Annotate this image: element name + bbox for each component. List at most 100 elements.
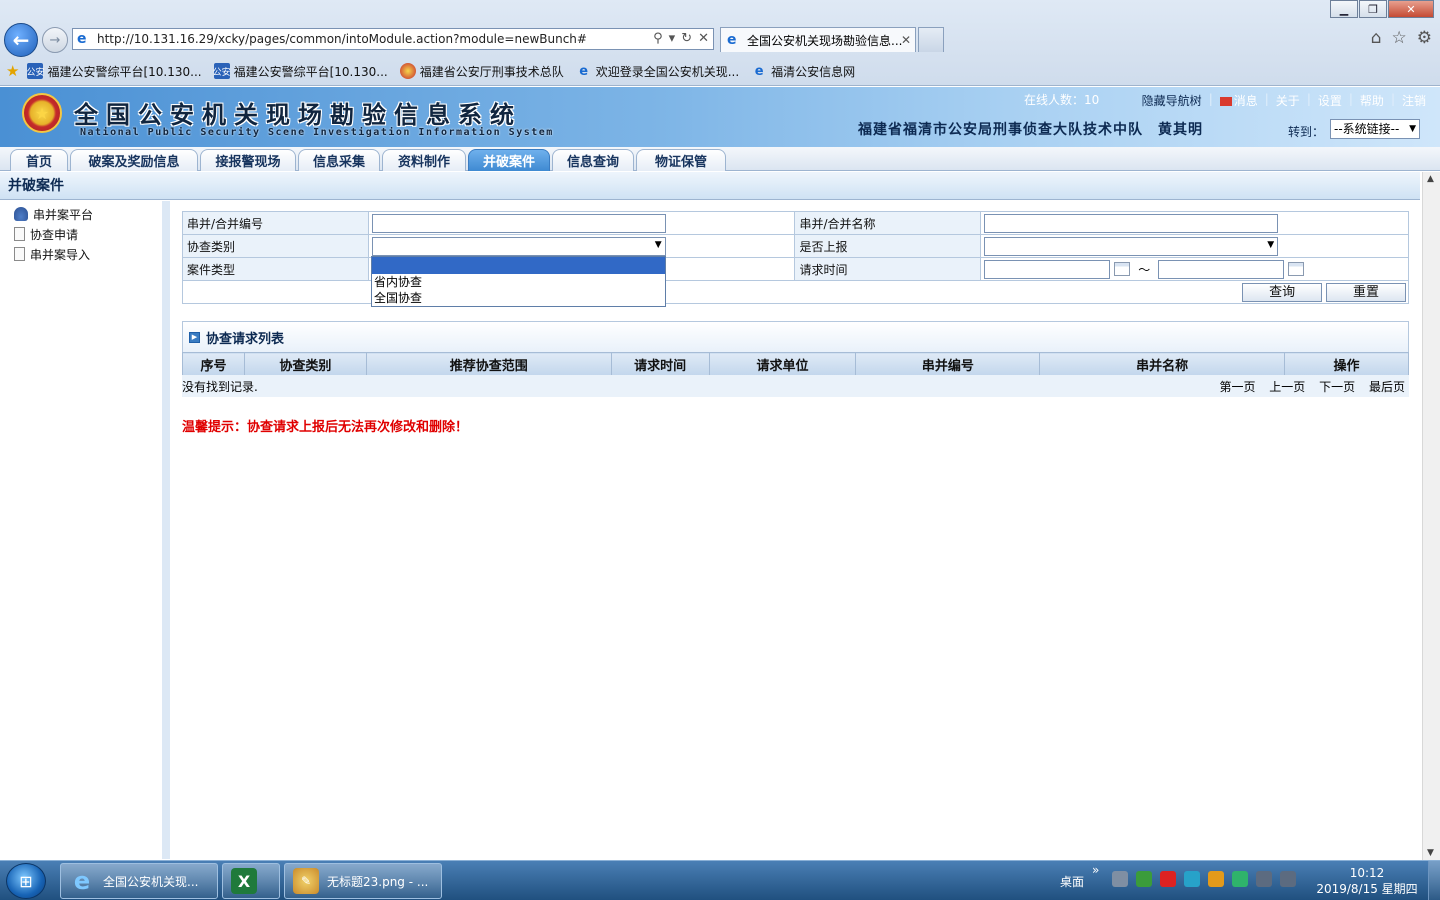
tab-close-icon[interactable]: ✕ <box>901 33 911 47</box>
document-icon <box>14 247 25 261</box>
sidebar-item-bunch-platform[interactable]: 串并案平台 <box>0 204 163 224</box>
network-app-icon[interactable] <box>1136 871 1152 887</box>
tab-evidence[interactable]: 物证保管 <box>636 149 726 171</box>
safe-icon[interactable] <box>1232 871 1248 887</box>
desktop-toolbar[interactable]: 桌面 <box>1060 873 1084 890</box>
taskbar-item-paint[interactable]: ✎ 无标题23.png - ... <box>284 863 442 899</box>
maximize-button[interactable]: ❐ <box>1359 0 1387 18</box>
sidebar-item-label: 串并案平台 <box>33 207 94 222</box>
dropdown-icon[interactable]: ▾ <box>669 31 676 46</box>
assist-type-dropdown: 省内协查 全国协查 <box>371 256 666 307</box>
list-title: 协查请求列表 <box>206 331 285 347</box>
taskbar: ⊞ e 全国公安机关现... X ✎ 无标题23.png - ... 桌面 » 10… <box>0 860 1440 900</box>
close-window-button[interactable]: ✕ <box>1388 0 1434 18</box>
reported-label: 是否上报 <box>794 234 982 258</box>
favorite-link[interactable]: e 福清公安信息网 <box>751 63 855 80</box>
tab-home[interactable]: 首页 <box>10 149 68 171</box>
keyboard-icon[interactable] <box>1112 871 1128 887</box>
browser-tab[interactable]: e 全国公安机关现场勘验信息... ✕ <box>720 27 916 52</box>
sidebar-item-label: 串并案导入 <box>30 247 91 262</box>
tab-material[interactable]: 资料制作 <box>382 149 466 171</box>
bunch-no-input[interactable] <box>371 213 666 233</box>
favorites-star-icon[interactable]: ☆ <box>1392 28 1407 48</box>
warning-tip: 温馨提示：协查请求上报后无法再次修改和删除！ <box>182 420 469 435</box>
back-button[interactable]: ← <box>4 23 38 57</box>
address-bar[interactable]: e http://10.131.16.29/xcky/pages/common/… <box>72 28 714 50</box>
scroll-up-icon[interactable]: ▲ <box>1427 174 1434 184</box>
about-link[interactable]: 关于 <box>1276 92 1300 109</box>
minimize-button[interactable]: ▁ <box>1330 0 1358 18</box>
show-desktop-button[interactable] <box>1428 861 1440 900</box>
new-tab-button[interactable] <box>918 27 944 52</box>
security-icon[interactable] <box>1208 871 1224 887</box>
stop-icon[interactable]: ✕ <box>698 31 709 46</box>
home-icon[interactable]: ⌂ <box>1371 28 1382 48</box>
bunch-name-label: 串并/合并名称 <box>794 211 982 235</box>
favorite-label: 欢迎登录全国公安机关现... <box>595 64 740 79</box>
sidebar-splitter[interactable] <box>162 201 170 859</box>
calendar-icon[interactable] <box>1288 262 1305 276</box>
tab-merged-cases[interactable]: 并破案件 <box>468 149 550 171</box>
network-icon[interactable] <box>1256 871 1272 887</box>
sidebar-item-bunch-import[interactable]: 串并案导入 <box>0 244 163 264</box>
favorite-label: 福建省公安厅刑事技术总队 <box>419 64 564 79</box>
expand-icon[interactable]: ▶ <box>189 331 200 343</box>
favorites-bar: ★ 公安 福建公安警综平台[10.130... 公安 福建公安警综平台[10.130… <box>0 58 1440 84</box>
police-badge-icon: 公安 <box>26 63 44 79</box>
reset-button[interactable]: 重置 <box>1326 282 1406 302</box>
ie-page-icon: e <box>727 32 737 48</box>
start-date-input[interactable] <box>984 259 1111 279</box>
query-button[interactable]: 查询 <box>1242 282 1323 302</box>
tab-alarm-scene[interactable]: 接报警现场 <box>200 149 296 171</box>
date-range-separator: ～ <box>1138 262 1151 277</box>
vertical-scrollbar[interactable]: ▲ ▼ <box>1422 172 1440 860</box>
favorite-label: 福建公安警综平台[10.130... <box>47 64 202 79</box>
dropdown-option-national[interactable]: 全国协查 <box>372 290 665 306</box>
end-date-input[interactable] <box>1158 259 1285 279</box>
messages-link[interactable]: 消息 <box>1219 92 1258 109</box>
refresh-icon[interactable]: ↻ <box>681 31 692 46</box>
favorite-link[interactable]: 福建省公安厅刑事技术总队 <box>399 63 564 80</box>
toolbar-chevron-icon[interactable]: » <box>1092 863 1099 877</box>
prev-page-link[interactable]: 上一页 <box>1269 380 1305 394</box>
start-button[interactable]: ⊞ <box>6 863 46 899</box>
taskbar-item-excel[interactable]: X <box>222 863 280 899</box>
column-header: 串并名称 <box>1039 352 1286 376</box>
calendar-icon[interactable] <box>1114 262 1131 276</box>
system-clock[interactable]: 10:12 2019/8/15 星期四 <box>1312 865 1422 897</box>
gear-icon[interactable]: ⚙ <box>1417 28 1432 48</box>
column-header: 请求单位 <box>708 352 857 376</box>
taskbar-item-ie[interactable]: e 全国公安机关现... <box>60 863 218 899</box>
settings-link[interactable]: 设置 <box>1318 92 1342 109</box>
next-page-link[interactable]: 下一页 <box>1319 380 1355 394</box>
reported-select[interactable]: ▼ <box>984 236 1279 256</box>
system-link-select[interactable]: --系统链接-- ▼ <box>1330 119 1420 139</box>
shield-icon[interactable] <box>1184 871 1200 887</box>
antivirus-icon[interactable] <box>1160 871 1176 887</box>
first-page-link[interactable]: 第一页 <box>1219 380 1255 394</box>
dropdown-option-blank[interactable] <box>372 257 665 274</box>
request-time-label: 请求时间 <box>794 257 982 281</box>
search-icon[interactable]: ⚲ <box>653 31 663 46</box>
bunch-name-input[interactable] <box>984 213 1279 233</box>
scroll-down-icon[interactable]: ▼ <box>1427 848 1434 858</box>
favorite-label: 福清公安信息网 <box>771 64 856 79</box>
assist-type-select[interactable]: ▼ <box>371 236 666 256</box>
volume-icon[interactable] <box>1280 871 1296 887</box>
forward-button[interactable]: → <box>42 27 68 53</box>
tab-info-query[interactable]: 信息查询 <box>552 149 634 171</box>
favorite-link[interactable]: 公安 福建公安警综平台[10.130... <box>26 63 202 80</box>
sidebar-item-assist-request[interactable]: 协查申请 <box>0 224 163 244</box>
logout-link[interactable]: 注销 <box>1402 92 1426 109</box>
system-tray <box>1112 871 1296 887</box>
tab-case-awards[interactable]: 破案及奖励信息 <box>70 149 198 171</box>
last-page-link[interactable]: 最后页 <box>1369 380 1405 394</box>
hide-nav-tree-link[interactable]: 隐藏导航树 <box>1142 92 1202 109</box>
tab-info-collect[interactable]: 信息采集 <box>298 149 380 171</box>
favorite-link[interactable]: e 欢迎登录全国公安机关现... <box>576 63 739 80</box>
help-link[interactable]: 帮助 <box>1360 92 1384 109</box>
favorite-link[interactable]: 公安 福建公安警综平台[10.130... <box>213 63 388 80</box>
dropdown-option-province[interactable]: 省内协查 <box>372 274 665 290</box>
favorites-star-icon[interactable]: ★ <box>6 62 19 80</box>
excel-icon: X <box>231 868 257 894</box>
